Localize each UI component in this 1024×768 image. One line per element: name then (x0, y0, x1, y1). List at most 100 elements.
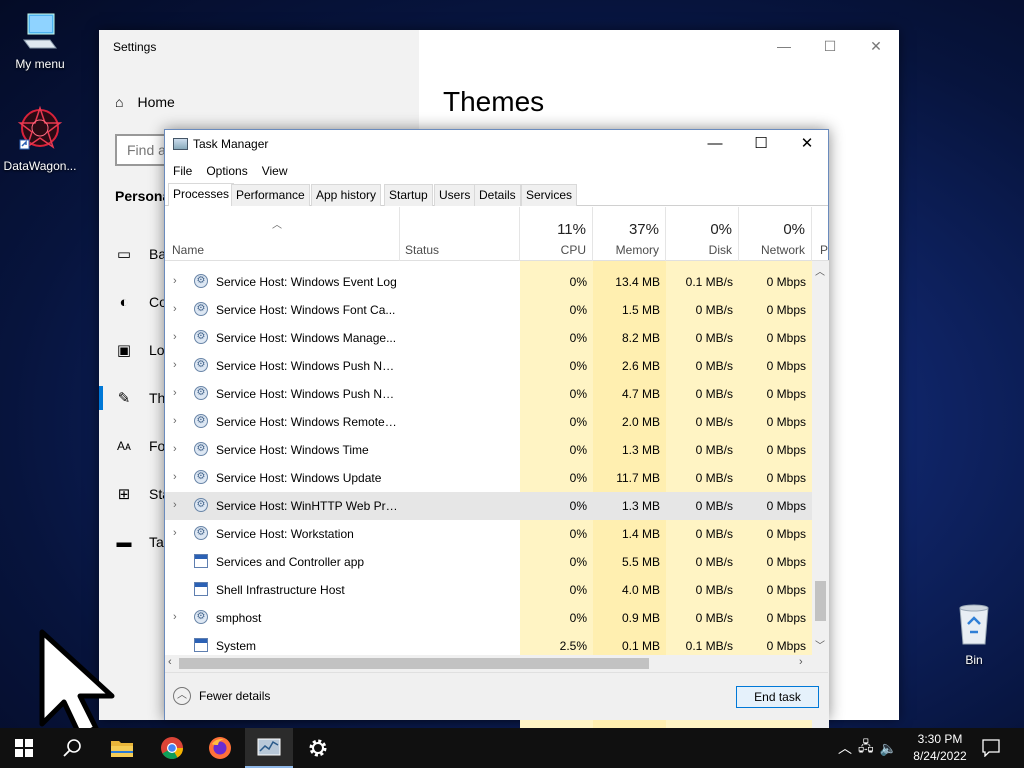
process-row[interactable]: › ⚙ Service Host: Windows Remote ... 0% 2.0 … (165, 408, 812, 436)
tab-services[interactable]: Services (521, 184, 578, 206)
tab-performance[interactable]: Performance (231, 184, 310, 206)
task-manager-titlebar[interactable]: Task Manager — ☐ ✕ (165, 130, 828, 160)
settings-page-heading: Themes (443, 86, 545, 117)
settings-close-button[interactable]: ✕ (861, 38, 891, 55)
chevron-right-icon[interactable]: › (173, 359, 183, 371)
process-name: Service Host: WinHTTP Web Pro... (216, 499, 398, 513)
scroll-left-icon[interactable]: ‹ (168, 656, 172, 668)
service-gear-icon: ⚙ (194, 442, 208, 456)
process-network: 0 Mbps (766, 443, 806, 457)
process-row[interactable]: Services and Controller app 0% 5.5 MB 0 MB/… (165, 548, 812, 576)
process-row[interactable]: › ⚙ Service Host: Windows Time 0% 1.3 MB 0 MB… (165, 436, 812, 464)
chevron-right-icon[interactable]: › (173, 443, 183, 455)
chevron-up-icon[interactable]: ︿ (838, 738, 852, 758)
process-disk: 0 MB/s (695, 499, 733, 513)
tab-processes[interactable]: Processes (168, 183, 235, 206)
menu-view[interactable]: View (262, 164, 288, 178)
horizontal-scroll-thumb[interactable] (179, 658, 649, 669)
scroll-right-icon[interactable]: › (799, 656, 803, 668)
chevron-right-icon[interactable]: › (173, 611, 183, 623)
process-cpu: 0% (569, 303, 587, 317)
network-total-percent: 0% (783, 221, 805, 238)
column-header-memory[interactable]: 37% Memory (593, 207, 666, 261)
process-disk: 0 MB/s (695, 303, 733, 317)
process-row[interactable]: Shell Infrastructure Host 0% 4.0 MB 0 MB/s 0… (165, 576, 812, 604)
end-task-button[interactable]: End task (736, 686, 819, 708)
process-network: 0 Mbps (766, 275, 806, 289)
settings-nav-taskbar[interactable]: ▬ Tas (115, 530, 171, 554)
fewer-details-button[interactable]: ︿ Fewer details (173, 687, 270, 705)
folder-icon (111, 741, 133, 757)
chevron-right-icon[interactable]: › (173, 471, 183, 483)
chevron-right-icon[interactable]: › (173, 415, 183, 427)
chrome-icon (161, 737, 183, 759)
volume-icon[interactable]: 🔈 (880, 740, 897, 757)
menu-options[interactable]: Options (206, 164, 247, 178)
tab-users[interactable]: Users (434, 184, 476, 206)
horizontal-scrollbar[interactable]: ‹ › (165, 655, 812, 672)
task-manager-menubar: File Options View (165, 160, 828, 182)
process-row[interactable]: › ⚙ Service Host: Windows Font Ca... 0% 1.5 … (165, 296, 812, 324)
column-header-name[interactable]: Name (165, 207, 400, 261)
taskbar-chrome[interactable] (148, 728, 196, 768)
scroll-up-icon[interactable]: ︿ (815, 263, 825, 278)
maximize-button[interactable]: ☐ (738, 130, 784, 160)
desktop-icon-datawagon[interactable]: DataWagon... (0, 104, 80, 173)
process-row[interactable]: › ⚙ Service Host: Windows Event Log 0% 13.4 … (165, 268, 812, 296)
settings-home-link[interactable]: ⌂ Home (115, 94, 175, 110)
column-header-cpu[interactable]: 11% CPU (520, 207, 593, 261)
chevron-right-icon[interactable]: › (173, 275, 183, 287)
taskbar-task-manager[interactable] (245, 728, 293, 768)
column-header-disk[interactable]: 0% Disk (666, 207, 739, 261)
scroll-down-icon[interactable]: ﹀ (815, 637, 825, 652)
chevron-right-icon[interactable]: › (173, 527, 183, 539)
process-row[interactable]: › ⚙ smphost 0% 0.9 MB 0 MB/s 0 Mbps (165, 604, 812, 632)
process-disk: 0.1 MB/s (685, 639, 733, 653)
process-disk: 0 MB/s (695, 443, 733, 457)
minimize-button[interactable]: — (692, 130, 738, 160)
chevron-right-icon[interactable]: › (173, 331, 183, 343)
settings-nav-colors[interactable]: ◐ Co (115, 290, 166, 314)
tab-details[interactable]: Details (474, 184, 521, 206)
taskbar-firefox[interactable] (196, 728, 244, 768)
settings-nav-start[interactable]: ⊞ Sta (115, 482, 170, 506)
desktop-icon-bin[interactable]: Bin (934, 602, 1014, 667)
process-disk: 0 MB/s (695, 331, 733, 345)
process-row[interactable]: › ⚙ Service Host: Windows Push No... 0% 4.7 … (165, 380, 812, 408)
process-cpu: 0% (569, 331, 587, 345)
process-cpu: 0% (569, 275, 587, 289)
column-header-extra[interactable]: P (812, 207, 829, 261)
desktop-icon-my-menu[interactable]: My menu (0, 10, 80, 71)
search-icon (63, 739, 81, 757)
settings-maximize-button[interactable]: ☐ (815, 38, 845, 55)
column-header-status[interactable]: Status (400, 207, 520, 261)
start-button[interactable] (0, 728, 48, 768)
process-row[interactable]: › ⚙ Service Host: WinHTTP Web Pro... 0% 1.3 … (165, 492, 812, 520)
process-memory: 1.4 MB (621, 527, 660, 541)
process-row[interactable]: › ⚙ Service Host: Windows Manage... 0% 8.2 M… (165, 324, 812, 352)
taskbar-settings[interactable] (294, 728, 342, 768)
app-window-icon (194, 638, 208, 652)
network-icon[interactable]: 🖧 (858, 736, 874, 760)
process-row[interactable]: › ⚙ Service Host: Workstation 0% 1.4 MB 0 MB/… (165, 520, 812, 548)
column-header-network[interactable]: 0% Network (739, 207, 812, 261)
close-button[interactable]: ✕ (784, 130, 830, 160)
chevron-right-icon[interactable]: › (173, 499, 183, 511)
taskbar-file-explorer[interactable] (98, 728, 146, 768)
search-button[interactable] (48, 728, 96, 768)
notification-center-button[interactable] (968, 728, 1014, 768)
tab-app-history[interactable]: App history (311, 184, 382, 206)
chevron-right-icon[interactable]: › (173, 387, 183, 399)
process-memory: 0.9 MB (621, 611, 660, 625)
process-memory: 8.2 MB (621, 331, 660, 345)
chevron-right-icon[interactable]: › (173, 303, 183, 315)
process-memory: 1.3 MB (621, 443, 660, 457)
process-row[interactable]: › ⚙ Service Host: Windows Push No... 0% 2.6 … (165, 352, 812, 380)
process-row[interactable]: › ⚙ Service Host: Windows Update 0% 11.7 MB 0… (165, 464, 812, 492)
settings-minimize-button[interactable]: — (769, 38, 799, 54)
tab-startup[interactable]: Startup (384, 184, 433, 206)
cpu-total-percent: 11% (557, 221, 586, 238)
menu-file[interactable]: File (173, 164, 192, 178)
process-cpu: 0% (569, 499, 587, 513)
vertical-scroll-thumb[interactable] (815, 581, 826, 621)
